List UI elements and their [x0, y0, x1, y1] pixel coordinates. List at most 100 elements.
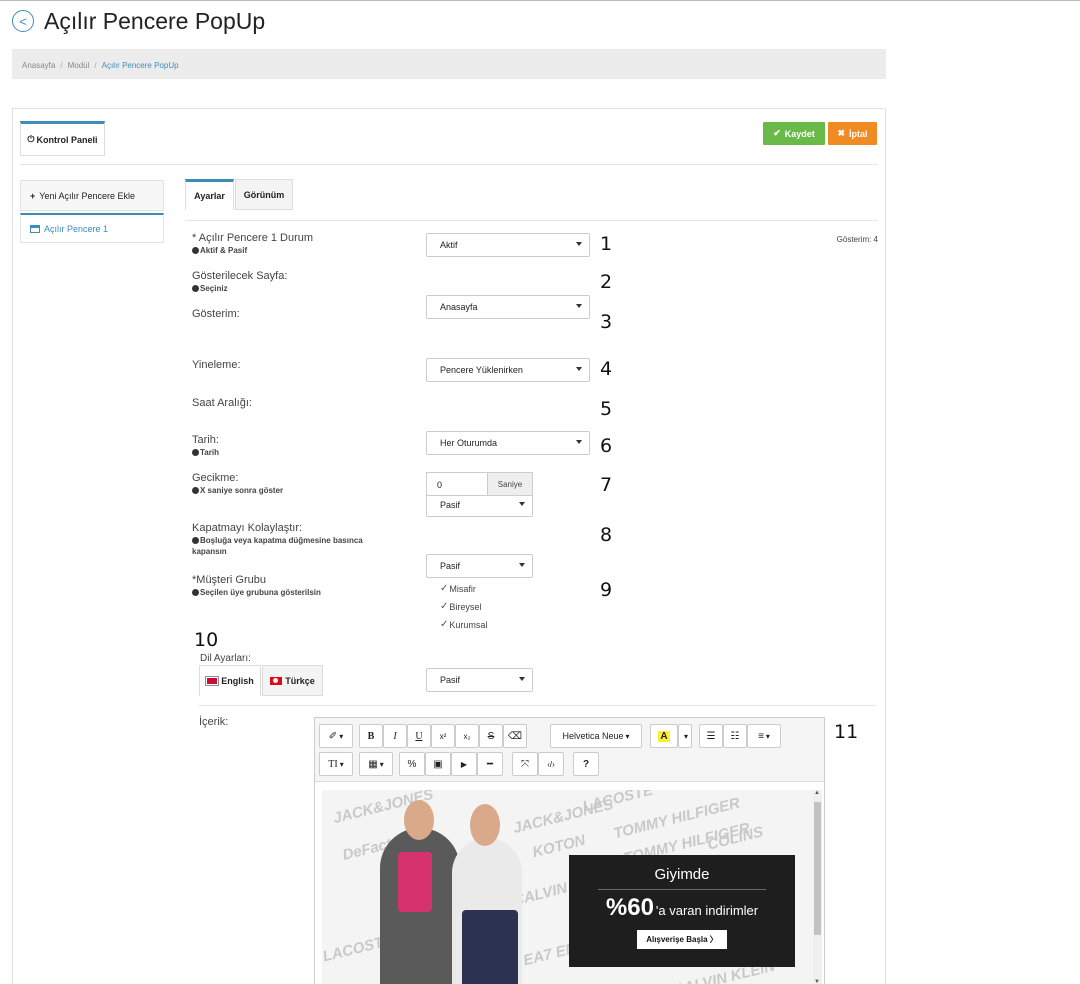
help-button[interactable]: ?: [573, 752, 599, 776]
underline-icon: U: [415, 730, 423, 742]
breadcrumb-separator: /: [60, 61, 63, 70]
list-icon: ☰: [706, 730, 716, 742]
scroll-down-icon[interactable]: ▼: [814, 979, 820, 984]
annotation-number-3: 3: [600, 311, 613, 333]
tarih-select[interactable]: Pasif: [426, 554, 533, 578]
durum-hint: Aktif & Pasif: [192, 245, 313, 256]
promo-divider: [598, 889, 766, 890]
align-icon: ≡: [758, 730, 764, 742]
info-icon: [192, 537, 199, 544]
sidebar-item-label: Açılır Pencere 1: [44, 223, 109, 234]
text-color-dropdown[interactable]: [678, 724, 692, 748]
grup-hint: Seçilen üye grubuna gösterilsin: [192, 587, 321, 598]
gecikme-hint: X saniye sonra göster: [192, 485, 283, 496]
yineleme-select[interactable]: Her Oturumda: [426, 431, 590, 455]
cancel-button[interactable]: ✖ İptal: [828, 122, 877, 145]
sidebar-item-popup-1[interactable]: Açılır Pencere 1: [20, 213, 164, 243]
check-icon: ✓: [440, 601, 449, 612]
annotation-number-5: 5: [600, 398, 613, 420]
checkbox-label: Kurumsal: [449, 619, 488, 630]
window-icon: [30, 224, 40, 233]
shop-now-button[interactable]: Alışverişe Başla 〉: [637, 930, 727, 949]
saat-value: Pasif: [440, 500, 461, 510]
paragraph-align-button[interactable]: ≡: [747, 724, 781, 748]
model-woman-skirt: [462, 910, 518, 984]
control-panel-tab[interactable]: ⏻ Kontrol Paneli: [20, 121, 105, 156]
grup-field-label: *Müşteri Grubu Seçilen üye grubuna göste…: [192, 574, 321, 598]
annotation-number-8: 8: [600, 524, 613, 546]
breadcrumb-module[interactable]: Modül: [68, 61, 90, 70]
ordered-list-button[interactable]: ☷: [723, 724, 747, 748]
tab-english[interactable]: English: [199, 665, 261, 696]
caret-icon: [519, 677, 525, 681]
info-icon: [192, 449, 199, 456]
promo-subtext: 'a varan indirimler: [655, 903, 759, 918]
check-icon: ✓: [440, 583, 449, 594]
bold-icon: B: [367, 730, 375, 742]
tab-ayarlar[interactable]: Ayarlar: [185, 179, 234, 210]
tab-turkce[interactable]: Türkçe: [262, 665, 323, 696]
eraser-button[interactable]: ⌫: [503, 724, 527, 748]
horizontal-rule-button[interactable]: ━: [477, 752, 503, 776]
text-color-button[interactable]: A: [650, 724, 678, 748]
info-icon: [192, 285, 199, 292]
image-button[interactable]: ▣: [425, 752, 451, 776]
annotation-number-11: 11: [834, 721, 859, 743]
code-view-button[interactable]: ‹/›: [538, 752, 564, 776]
add-popup-button[interactable]: + Yeni Açılır Pencere Ekle: [20, 180, 164, 211]
grup-label: *Müşteri Grubu: [192, 574, 266, 586]
tarih-hint-text: Tarih: [200, 448, 219, 457]
checkbox-bireysel[interactable]: ✓ Bireysel: [440, 601, 481, 612]
link-icon: %: [407, 758, 417, 770]
bold-button[interactable]: B: [359, 724, 383, 748]
line-height-button[interactable]: TI: [319, 752, 353, 776]
strikethrough-icon: S: [487, 730, 495, 742]
content-label: İçerik:: [199, 716, 229, 728]
scrollbar-thumb[interactable]: [814, 802, 821, 935]
fullscreen-button[interactable]: ⤧: [512, 752, 538, 776]
sayfa-select[interactable]: Anasayfa: [426, 295, 590, 319]
checkbox-misafir[interactable]: ✓ Misafir: [440, 583, 476, 594]
editor-scrollbar[interactable]: ▲ ▼: [813, 790, 822, 984]
video-icon: ▶: [460, 759, 468, 769]
brand-watermark: LACOSTE: [581, 790, 655, 816]
delay-seconds-input[interactable]: 0: [426, 472, 487, 496]
save-button[interactable]: ✔ Kaydet: [763, 122, 825, 145]
kapatma-select[interactable]: Pasif: [426, 668, 533, 692]
video-button[interactable]: ▶: [451, 752, 477, 776]
rich-text-editor[interactable]: ✐ B I U x² x₂ S ⌫ Helvetica Neue A ☰ ☷ ≡…: [314, 717, 825, 984]
caret-icon: [519, 563, 525, 567]
font-family-value: Helvetica Neue: [562, 731, 624, 741]
power-icon: ⏻: [27, 134, 35, 144]
link-button[interactable]: %: [399, 752, 425, 776]
magic-style-button[interactable]: ✐: [319, 724, 353, 748]
promo-heading: Giyimde: [654, 866, 710, 883]
saat-label: Saat Aralığı:: [192, 397, 252, 409]
durum-value: Aktif: [440, 240, 458, 250]
underline-button[interactable]: U: [407, 724, 431, 748]
font-family-select[interactable]: Helvetica Neue: [550, 724, 642, 748]
subscript-button[interactable]: x₂: [455, 724, 479, 748]
line-height-icon: TI: [328, 758, 338, 770]
share-icon: <: [12, 10, 34, 32]
fullscreen-icon: ⤧: [521, 758, 529, 770]
sayfa-label: Gösterilecek Sayfa:: [192, 270, 288, 282]
tab-gorunum[interactable]: Görünüm: [235, 179, 293, 210]
yineleme-value: Her Oturumda: [440, 438, 498, 448]
unordered-list-button[interactable]: ☰: [699, 724, 723, 748]
italic-button[interactable]: I: [383, 724, 407, 748]
annotation-number-1: 1: [600, 233, 613, 255]
sayfa-hint: Seçiniz: [192, 283, 287, 294]
durum-select[interactable]: Aktif: [426, 233, 590, 257]
table-button[interactable]: ▦: [359, 752, 393, 776]
gosterim-select[interactable]: Pencere Yüklenirken: [426, 358, 590, 382]
magic-icon: ✐: [328, 730, 338, 742]
breadcrumb-separator: /: [94, 61, 97, 70]
page-title: Açılır Pencere PopUp: [44, 7, 266, 34]
checkbox-kurumsal[interactable]: ✓ Kurumsal: [440, 619, 487, 630]
strikethrough-button[interactable]: S: [479, 724, 503, 748]
superscript-button[interactable]: x²: [431, 724, 455, 748]
saat-select[interactable]: Pasif: [426, 493, 533, 517]
breadcrumb-home[interactable]: Anasayfa: [22, 61, 55, 70]
scroll-up-icon[interactable]: ▲: [814, 790, 820, 796]
